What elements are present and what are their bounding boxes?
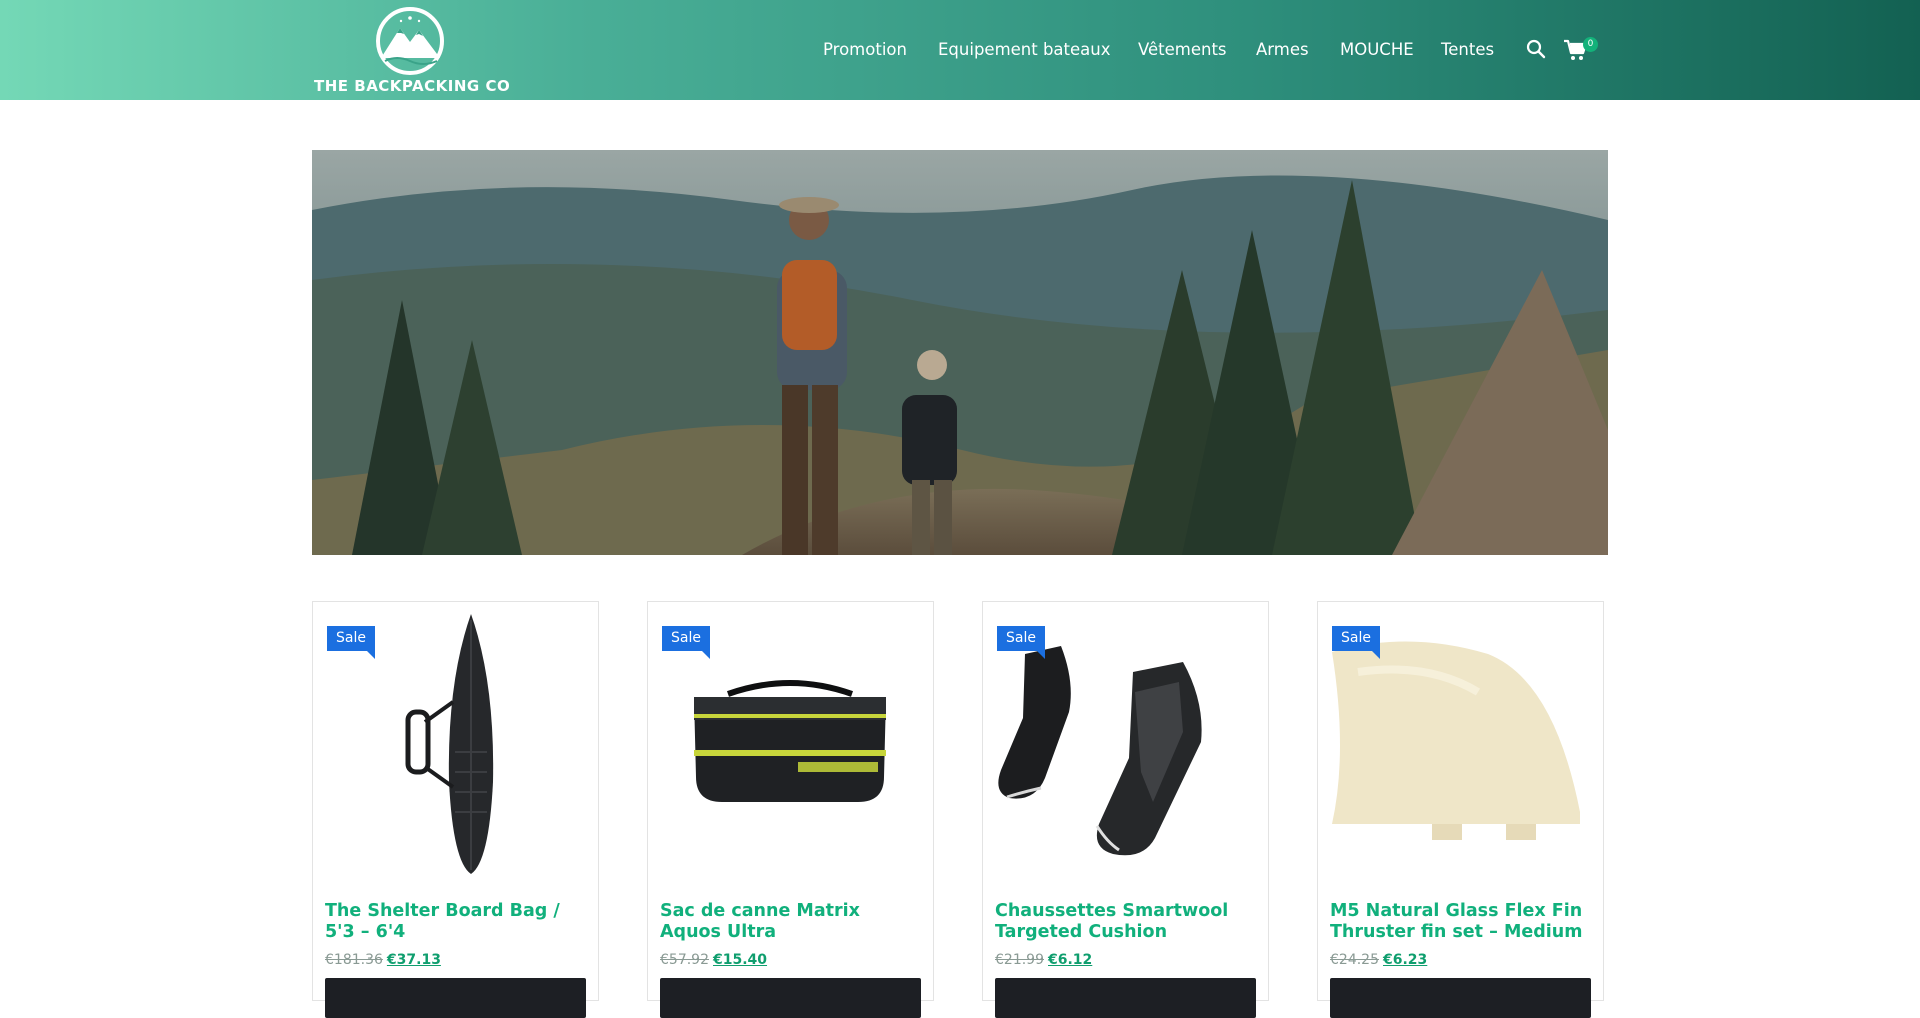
original-price: €181.36: [325, 952, 383, 968]
nav-item-promotion[interactable]: Promotion: [823, 36, 907, 64]
original-price: €24.25: [1330, 952, 1379, 968]
product-price: €21.99 €6.12: [995, 952, 1092, 968]
nav-item-armes[interactable]: Armes: [1256, 36, 1309, 64]
add-to-cart-button[interactable]: [995, 978, 1256, 1018]
product-price: €57.92 €15.40: [660, 952, 767, 968]
brand-logo[interactable]: THE BACKPACKING CO: [314, 6, 511, 96]
add-to-cart-button[interactable]: [1330, 978, 1591, 1018]
brand-name: THE BACKPACKING CO: [314, 77, 511, 95]
nav-item-equipement-bateaux[interactable]: Equipement bateaux: [938, 36, 1111, 64]
product-card[interactable]: Sale M5 Natural Glass Flex Fin Thruster …: [1317, 601, 1604, 1018]
original-price: €21.99: [995, 952, 1044, 968]
sale-price: €6.12: [1048, 952, 1093, 968]
sale-price: €6.23: [1383, 952, 1428, 968]
add-to-cart-button[interactable]: [660, 978, 921, 1018]
product-title[interactable]: M5 Natural Glass Flex Fin Thruster fin s…: [1330, 901, 1595, 943]
sale-badge: Sale: [1332, 626, 1380, 659]
product-title[interactable]: Sac de canne Matrix Aquos Ultra: [660, 901, 925, 943]
product-title[interactable]: The Shelter Board Bag / 5'3 – 6'4: [325, 901, 590, 943]
product-price: €181.36 €37.13: [325, 952, 441, 968]
product-price: €24.25 €6.23: [1330, 952, 1427, 968]
hero-banner: [312, 150, 1608, 555]
sale-badge: Sale: [327, 626, 375, 659]
hikers-trail-photo: [312, 150, 1608, 555]
sale-price: €15.40: [713, 952, 768, 968]
nav-item-tentes[interactable]: Tentes: [1441, 36, 1494, 64]
product-card[interactable]: Sale The Shelter Board Bag / 5'3 – 6'4 €…: [312, 601, 599, 1018]
sale-badge: Sale: [662, 626, 710, 659]
product-card[interactable]: Sale Chaussettes Smartwool Targeted Cush…: [982, 601, 1269, 1018]
add-to-cart-button[interactable]: [325, 978, 586, 1018]
nav-item-vetements[interactable]: Vêtements: [1138, 36, 1227, 64]
original-price: €57.92: [660, 952, 709, 968]
cart-count-badge: 0: [1583, 37, 1598, 52]
site-header: THE BACKPACKING CO Promotion Equipement …: [0, 0, 1920, 100]
product-card[interactable]: Sale Sac de canne Matrix Aquos Ultra €57…: [647, 601, 934, 1018]
sale-badge: Sale: [997, 626, 1045, 659]
mountain-logo-icon: [376, 7, 444, 75]
product-title[interactable]: Chaussettes Smartwool Targeted Cushion: [995, 901, 1260, 943]
search-icon[interactable]: [1525, 38, 1547, 60]
nav-item-mouche[interactable]: MOUCHE: [1340, 36, 1414, 64]
sale-price: €37.13: [386, 952, 441, 968]
